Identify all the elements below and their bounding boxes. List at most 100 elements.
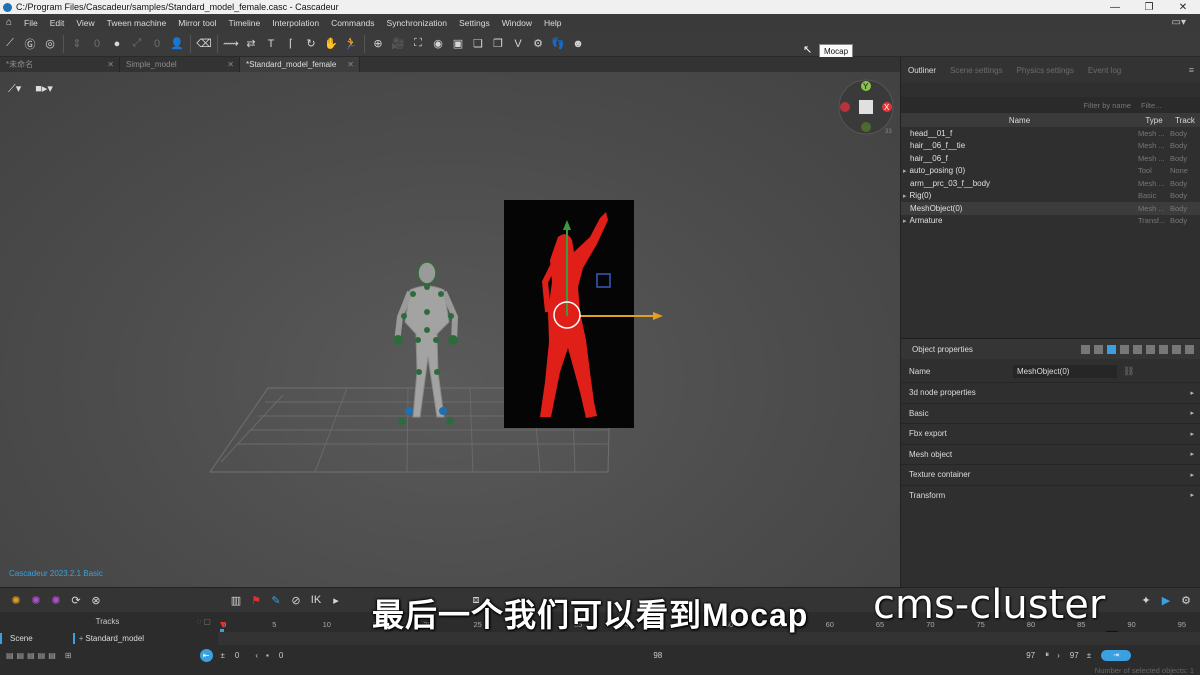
stepper-icon[interactable]: ⇕ (67, 34, 87, 54)
props-icon[interactable] (1133, 344, 1142, 354)
target-icon[interactable]: ⊕ (368, 34, 388, 54)
keyframe-icon[interactable]: ✺ (6, 590, 26, 610)
stop-icon[interactable]: ▪ (266, 651, 269, 660)
end-stepper-icon[interactable]: ± (1087, 651, 1091, 660)
book-icon[interactable]: ▥ (226, 590, 246, 610)
menu-synchronization[interactable]: Synchronization (381, 18, 453, 28)
end-frame-field-a[interactable]: 97 (1026, 651, 1035, 660)
close-tab-icon[interactable]: ✕ (107, 60, 114, 69)
menu-edit[interactable]: Edit (44, 18, 71, 28)
props-icon[interactable] (1120, 344, 1129, 354)
mocap-icon[interactable]: ☻ (568, 34, 588, 54)
fixed-icon[interactable]: ✺ (46, 590, 66, 610)
visibility-lock-icons[interactable]: ◌ ▢ (196, 617, 211, 626)
filter-type-input[interactable]: Filte... (1137, 101, 1169, 110)
rig-icon[interactable]: ⚙ (528, 34, 548, 54)
layout-icon[interactable]: ▭▾ (1172, 17, 1186, 28)
v-icon[interactable]: V (508, 34, 528, 54)
section-basic[interactable]: Basic (901, 402, 1200, 424)
menu-help[interactable]: Help (538, 18, 567, 28)
section-texture-container[interactable]: Texture container (901, 464, 1200, 485)
pin-icon[interactable]: ✎ (266, 590, 286, 610)
group-icon[interactable]: Ⓖ (20, 34, 40, 54)
footprint-icon[interactable]: 👣 (548, 34, 568, 54)
mocap-video-plane[interactable] (504, 200, 634, 428)
jump-end-button[interactable]: ⇥ (1101, 649, 1132, 661)
graph-icon[interactable]: ⟋ (0, 34, 20, 54)
disable-icon[interactable]: ⊘ (286, 590, 306, 610)
close-tab-icon[interactable]: ✕ (347, 60, 354, 69)
tab-physics-settings[interactable]: Physics settings (1010, 66, 1081, 75)
list-item[interactable]: hair__06_f__tie Mesh ... Body (901, 140, 1200, 153)
section-mesh-object[interactable]: Mesh object (901, 443, 1200, 465)
menu-timeline[interactable]: Timeline (222, 18, 266, 28)
props-icon[interactable] (1185, 344, 1194, 354)
field-b[interactable]: 0 (147, 34, 167, 54)
delete-key-icon[interactable]: ⊗ (86, 590, 106, 610)
camera-icon[interactable]: 🎥 (388, 34, 408, 54)
add-track-icon[interactable]: ⊞ (65, 651, 72, 660)
section-fbx-export[interactable]: Fbx export (901, 423, 1200, 444)
ik-toggle[interactable]: IK (306, 590, 326, 610)
menu-mirror-tool[interactable]: Mirror tool (172, 18, 222, 28)
list-item[interactable]: arm__prc_03_f__body Mesh ... Body (901, 177, 1200, 190)
start-frame-field[interactable]: 0 (235, 651, 239, 660)
list-item[interactable]: head__01_f Mesh ... Body (901, 127, 1200, 140)
next-frame-icon[interactable]: › (1057, 651, 1060, 660)
end-frame-field-b[interactable]: 97 (1070, 651, 1079, 660)
orbit-icon[interactable]: ◎ (40, 34, 60, 54)
props-icon[interactable] (1107, 344, 1116, 354)
field-a[interactable]: 0 (87, 34, 107, 54)
eraser-icon[interactable]: ⌫ (194, 34, 214, 54)
flag-icon[interactable]: ⚑ (246, 590, 266, 610)
tab-simple-model[interactable]: Simple_model ✕ (120, 57, 240, 72)
text-icon[interactable]: T (261, 34, 281, 54)
loop-key-icon[interactable]: ⟳ (66, 590, 86, 610)
section-3d-node-properties[interactable]: 3d node properties (901, 382, 1200, 403)
column-name[interactable]: Name (901, 116, 1138, 125)
menu-tween-machine[interactable]: Tween machine (101, 18, 173, 28)
eye-icon[interactable] (1159, 344, 1168, 354)
tab-event-log[interactable]: Event log (1081, 66, 1128, 75)
tab-untitled[interactable]: *未命名 ✕ (0, 57, 120, 72)
length-field[interactable]: 98 (653, 651, 662, 660)
character-icon[interactable]: 👤 (167, 34, 187, 54)
list-item-selected[interactable]: MeshObject(0) Mesh ... Body (901, 202, 1200, 215)
play-icon[interactable]: ▶ (1156, 590, 1176, 610)
minimize-icon[interactable]: — (1098, 2, 1132, 13)
link-icon[interactable]: ⛓ (1123, 366, 1134, 377)
settings-gear-icon[interactable]: ⚙ (1176, 590, 1196, 610)
copy-icon[interactable]: ❏ (468, 34, 488, 54)
menu-interpolation[interactable]: Interpolation (266, 18, 325, 28)
props-icon[interactable] (1081, 344, 1090, 354)
focus-icon[interactable]: ⛶ (408, 34, 428, 54)
close-tab-icon[interactable]: ✕ (227, 60, 234, 69)
tab-outliner[interactable]: Outliner (901, 66, 943, 75)
props-icon[interactable] (1172, 344, 1181, 354)
magic-icon[interactable]: ✦ (1136, 590, 1156, 610)
menu-view[interactable]: View (70, 18, 100, 28)
menu-file[interactable]: File (18, 18, 44, 28)
point-icon[interactable]: ● (107, 34, 127, 54)
name-field[interactable]: MeshObject(0) (1013, 364, 1117, 378)
curve-icon[interactable]: ⟿ (221, 34, 241, 54)
current-start-field[interactable]: 0 (279, 651, 283, 660)
expand-icon[interactable]: + (79, 634, 84, 643)
props-icon[interactable] (1094, 344, 1103, 354)
tab-scene-settings[interactable]: Scene settings (943, 66, 1009, 75)
loop-icon[interactable]: ↻ (301, 34, 321, 54)
frame-stepper-icon[interactable]: ± (221, 651, 225, 660)
scale-icon[interactable]: ⤢ (127, 34, 147, 54)
skeleton-character[interactable] (393, 261, 459, 425)
bracket-icon[interactable]: ⌈ (281, 34, 301, 54)
maximize-icon[interactable]: ❐ (1132, 2, 1166, 13)
list-item[interactable]: Rig(0)BasicBody (901, 190, 1200, 203)
viewport-3d[interactable]: ⟋▾ ■▸▾ Y X 33 Cascadeur 2023.2.1 Basic (0, 72, 900, 587)
prev-frame-icon[interactable]: ‹ (255, 651, 258, 660)
section-transform[interactable]: Transform (901, 484, 1200, 506)
menu-window[interactable]: Window (496, 18, 538, 28)
track-tools-icons[interactable]: ▤▤▤▤▤ (6, 651, 59, 660)
list-item[interactable]: ArmatureTransf...Body (901, 215, 1200, 228)
interval-icon[interactable]: ✺ (26, 590, 46, 610)
close-icon[interactable]: ✕ (1166, 2, 1200, 13)
